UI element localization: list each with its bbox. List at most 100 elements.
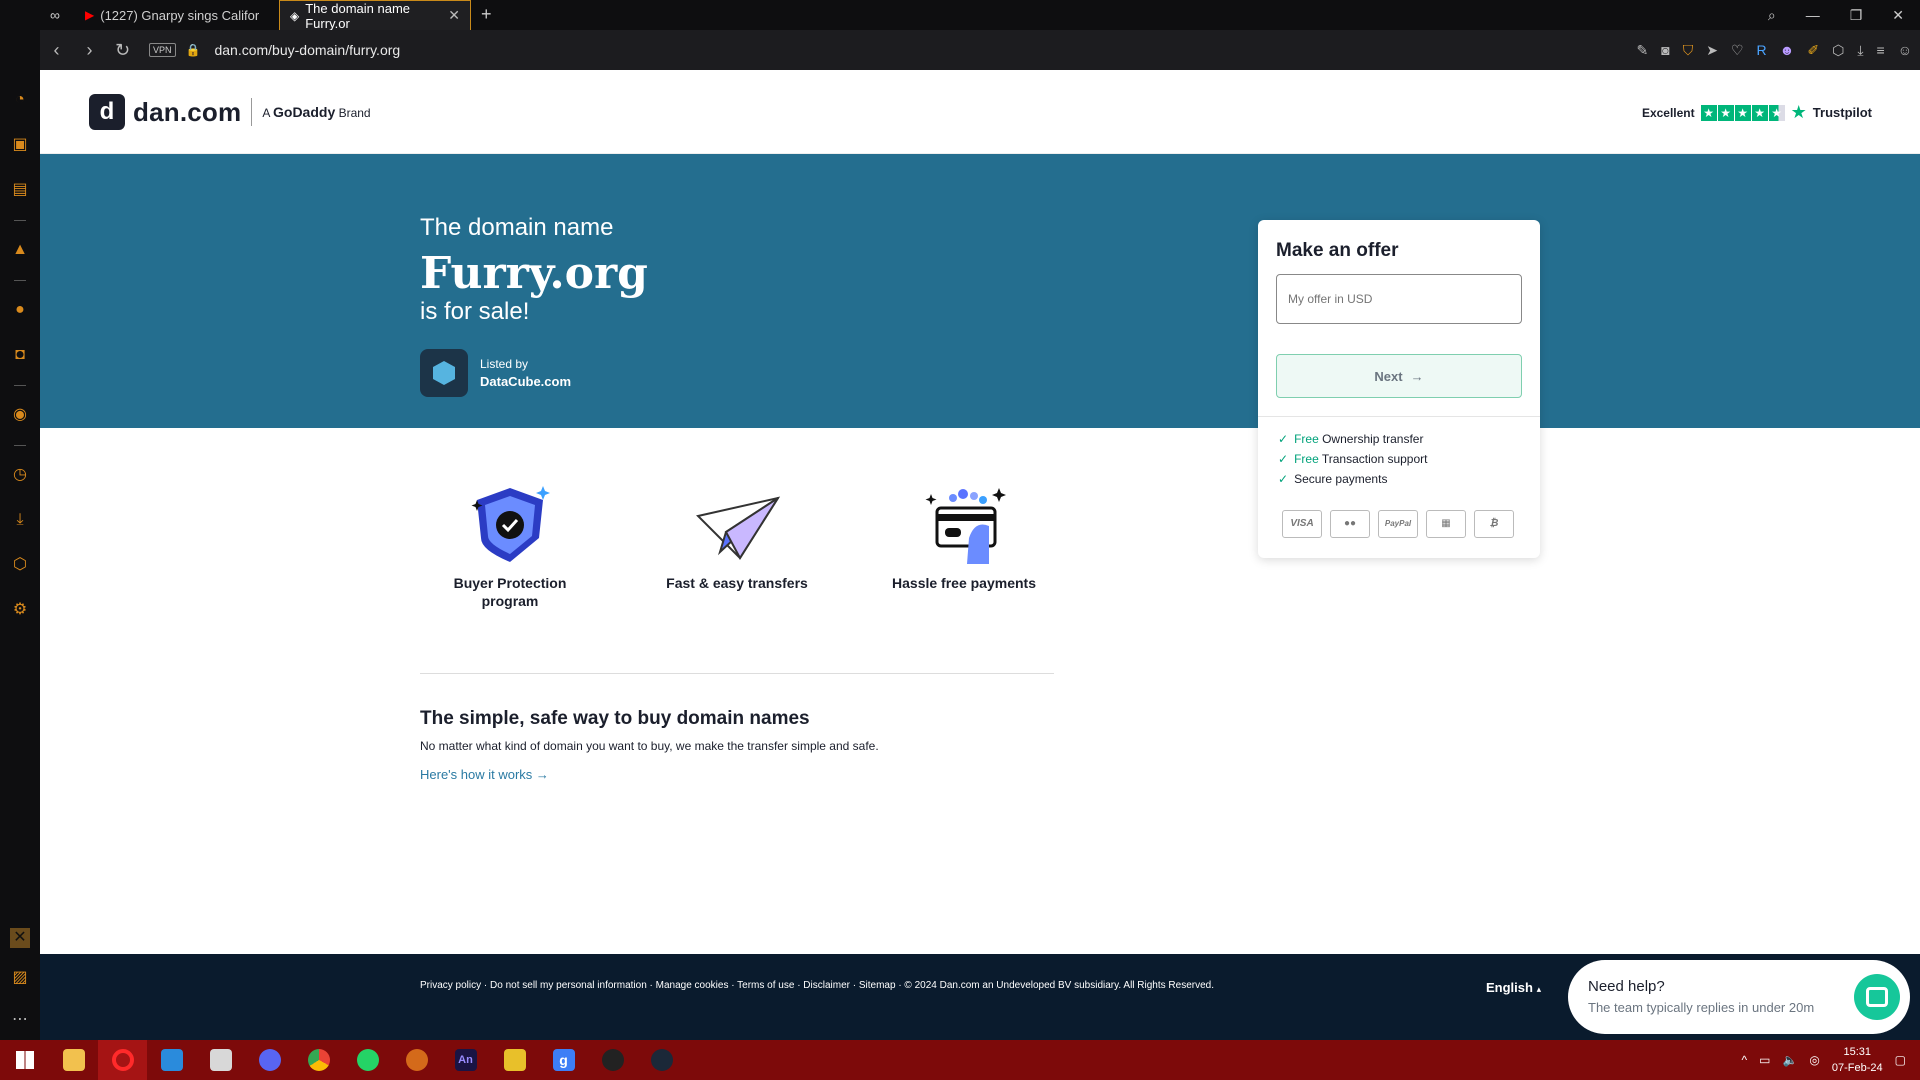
tab-menu-icon[interactable]: ∞: [50, 7, 60, 23]
tab-bar: ∞ ▶ (1227) Gnarpy sings Califor ✕ ◈ The …: [0, 0, 1920, 31]
lister-name[interactable]: DataCube.com: [480, 374, 571, 389]
trustpilot-star-icon: ★: [1790, 102, 1807, 122]
brand-sub: A GoDaddy Brand: [262, 104, 370, 120]
new-tab-icon[interactable]: +: [481, 4, 492, 25]
lock-icon[interactable]: 🔒: [186, 43, 201, 57]
bitcoin-icon: ₿: [1474, 510, 1514, 538]
profile-icon[interactable]: ☺: [1898, 42, 1912, 58]
brand-divider: [251, 98, 253, 126]
edit-icon[interactable]: ✎: [1637, 42, 1649, 59]
bank-transfer-icon: ▦: [1426, 510, 1466, 538]
forward-icon[interactable]: ›: [73, 40, 106, 61]
lister-info: Listed by DataCube.com: [420, 349, 571, 397]
chat-icon[interactable]: [1854, 974, 1900, 1020]
window-controls: ⌕ — ❐ ✕: [1768, 0, 1920, 30]
restore-icon[interactable]: ❐: [1850, 7, 1863, 24]
extension-pen-icon[interactable]: ✐: [1807, 42, 1819, 59]
shield-icon[interactable]: ⛉: [1683, 42, 1694, 59]
send-icon[interactable]: ➤: [1706, 42, 1718, 59]
help-widget[interactable]: Need help? The team typically replies in…: [1568, 960, 1910, 1034]
history-icon[interactable]: ◷: [10, 465, 30, 485]
tab-dan-domain[interactable]: ◈ The domain name Furry.or ✕: [279, 0, 471, 31]
offer-card: Make an offer Next → ✓ Free Ownership tr…: [1258, 220, 1540, 558]
reload-icon[interactable]: ↻: [106, 40, 139, 61]
player-icon[interactable]: ◉: [10, 405, 30, 425]
g-app-icon[interactable]: g: [539, 1040, 588, 1080]
hero-banner: The domain name Furry.org is for sale! L…: [40, 154, 1920, 428]
camera-icon[interactable]: ◙: [1661, 42, 1669, 58]
chrome-icon[interactable]: [294, 1040, 343, 1080]
media-icon[interactable]: [588, 1040, 637, 1080]
whatsapp-icon[interactable]: ●: [10, 300, 30, 320]
system-tray: ^ ▭ 🔈 ◎ 15:31 07-Feb-24 ▢: [1741, 1040, 1920, 1080]
clock[interactable]: 15:31 07-Feb-24: [1832, 1044, 1883, 1076]
feature-text: Secure payments: [1294, 472, 1388, 486]
extension-r-icon[interactable]: R: [1757, 42, 1767, 58]
whatsapp-icon[interactable]: [343, 1040, 392, 1080]
brand-sub-prefix: A: [262, 106, 270, 120]
app-diamond-icon[interactable]: [490, 1040, 539, 1080]
lister-logo-icon[interactable]: [420, 349, 468, 397]
trustpilot-rating[interactable]: Excellent ★ ★ ★ ★ ★ ★ Trustpilot: [1642, 102, 1872, 123]
vpn-badge[interactable]: VPN: [149, 43, 176, 57]
volume-icon[interactable]: 🔈: [1782, 1053, 1797, 1067]
feature-secure-payments: ✓ Secure payments: [1278, 472, 1387, 486]
url-field[interactable]: dan.com/buy-domain/furry.org: [214, 42, 400, 58]
web-page: d dan.com A GoDaddy Brand Excellent ★ ★ ★ ★…: [40, 70, 1920, 1040]
minimize-icon[interactable]: —: [1806, 7, 1820, 23]
workspace-icon[interactable]: ▤: [10, 180, 30, 200]
dan-logo-icon: d: [89, 94, 125, 130]
language-selector[interactable]: English ▴: [1486, 980, 1541, 995]
footer-links[interactable]: Privacy policy · Do not sell my personal…: [420, 980, 1214, 991]
trustpilot-name: Trustpilot: [1812, 105, 1872, 120]
how-it-works-link[interactable]: Here's how it works →: [420, 767, 549, 782]
close-tab-icon[interactable]: ✕: [448, 7, 460, 24]
discord-icon[interactable]: ◘: [10, 345, 30, 365]
download-icon[interactable]: ⤓: [1857, 42, 1863, 59]
notifications-icon[interactable]: ▢: [1895, 1053, 1906, 1067]
toolbar-icons: ✎ ◙ ⛉ ➤ ♡ R ☻ ✐ ⬡ ⤓ ≡ ☺: [1637, 30, 1913, 70]
aria-icon[interactable]: ▲: [10, 240, 30, 260]
chevron-up-icon[interactable]: ^: [1741, 1053, 1747, 1067]
vscode-icon[interactable]: [147, 1040, 196, 1080]
check-icon: ✓: [1278, 452, 1289, 466]
offer-input[interactable]: [1276, 274, 1522, 324]
taskbar: An g ^ ▭ 🔈 ◎ 15:31 07-Feb-24 ▢: [0, 1040, 1920, 1080]
search-tabs-icon[interactable]: ⌕: [1768, 7, 1776, 24]
check-icon: ✓: [1278, 432, 1289, 446]
speed-dial-icon[interactable]: ◔: [10, 90, 30, 110]
more-icon[interactable]: ⋯: [10, 1010, 30, 1030]
steam-icon[interactable]: [637, 1040, 686, 1080]
cube-icon[interactable]: ⬡: [1832, 42, 1844, 59]
back-icon[interactable]: ‹: [40, 40, 73, 61]
settings-icon[interactable]: ⚙: [10, 600, 30, 620]
crypto-wallet-icon[interactable]: ✕: [10, 928, 30, 948]
section-divider: [420, 673, 1054, 674]
next-button[interactable]: Next →: [1276, 354, 1522, 398]
downloads-icon[interactable]: ⤓: [10, 510, 30, 530]
animate-icon[interactable]: An: [441, 1040, 490, 1080]
steam-tray-icon[interactable]: ◎: [1809, 1053, 1819, 1067]
dan-favicon-icon: ◈: [290, 8, 300, 23]
network-icon[interactable]: ▭: [1759, 1053, 1770, 1067]
tab-youtube[interactable]: ▶ (1227) Gnarpy sings Califor ✕: [75, 0, 305, 30]
bag-icon[interactable]: ▣: [10, 135, 30, 155]
language-label: English: [1486, 980, 1533, 995]
extension-avatar-icon[interactable]: ☻: [1780, 42, 1795, 58]
caret-up-icon: ▴: [1536, 984, 1542, 994]
menu-icon[interactable]: ≡: [1877, 42, 1885, 58]
feature-transaction-support: ✓ Free Transaction support: [1278, 452, 1427, 466]
torch-icon[interactable]: [392, 1040, 441, 1080]
close-window-icon[interactable]: ✕: [1892, 7, 1904, 24]
extensions-icon[interactable]: ⬡: [10, 555, 30, 575]
dan-logo[interactable]: d dan.com A GoDaddy Brand: [89, 94, 371, 130]
heart-icon[interactable]: ♡: [1731, 42, 1744, 59]
gallery-icon[interactable]: ▨: [10, 968, 30, 988]
feature-hassle-free-payments: Hassle free payments: [884, 480, 1044, 592]
file-explorer-icon[interactable]: [49, 1040, 98, 1080]
opera-icon[interactable]: [98, 1040, 147, 1080]
paypal-icon: PayPal: [1378, 510, 1418, 538]
calculator-icon[interactable]: [196, 1040, 245, 1080]
discord-icon[interactable]: [245, 1040, 294, 1080]
windows-start-icon[interactable]: [0, 1040, 49, 1080]
